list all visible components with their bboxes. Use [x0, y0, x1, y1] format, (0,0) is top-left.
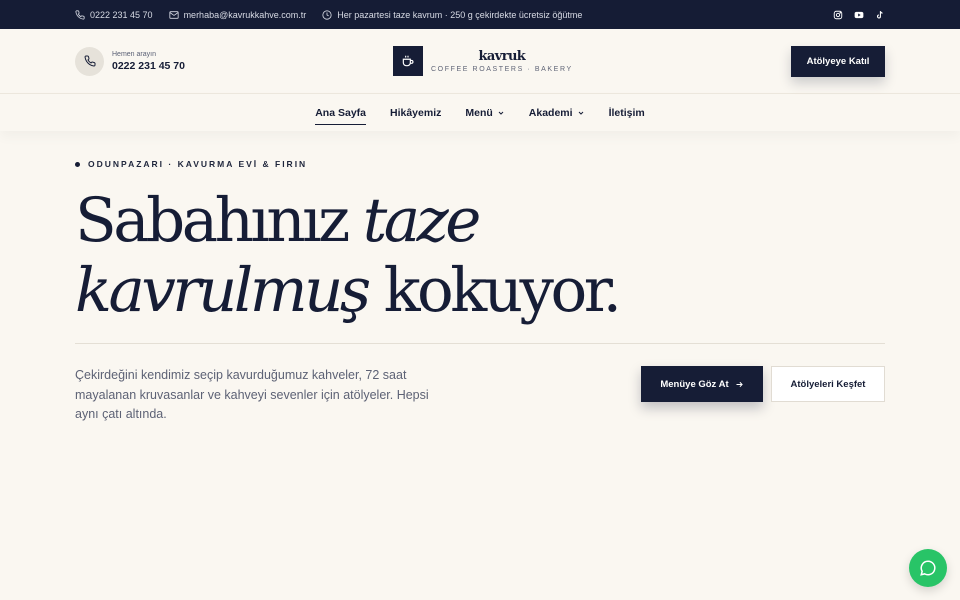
- nav-item-label: Menü: [465, 107, 493, 119]
- topbar-phone[interactable]: 0222 231 45 70: [75, 10, 153, 20]
- explore-workshops-button[interactable]: Atölyeleri Keşfet: [771, 366, 885, 402]
- youtube-icon[interactable]: [854, 10, 864, 20]
- phone-icon: [84, 55, 96, 67]
- site-header: Hemen arayın 0222 231 45 70 kavruk COFFE…: [0, 29, 960, 94]
- clock-icon: [322, 9, 332, 20]
- nav-item-contact[interactable]: İletişim: [609, 101, 645, 124]
- mail-icon: [168, 10, 179, 19]
- tiktok-icon[interactable]: [875, 10, 885, 20]
- whatsapp-chat-button[interactable]: [909, 549, 947, 587]
- hero-ctas: Menüye Göz At Atölyeleri Keşfet: [641, 366, 885, 425]
- brand-name: kavruk: [478, 48, 526, 64]
- hero-divider: [75, 343, 885, 344]
- headline-plain: Sabahınız: [75, 185, 363, 256]
- main-nav: Ana Sayfa Hikâyemiz Menü Akademi İletişi…: [0, 94, 960, 131]
- nav-item-label: İletişim: [608, 107, 645, 119]
- nav-item-label: Hikâyemiz: [390, 107, 442, 119]
- top-bar: 0222 231 45 70 merhaba@kavrukkahve.com.t…: [0, 0, 960, 29]
- call-icon-circle: [75, 46, 104, 76]
- nav-item-label: Akademi: [528, 107, 573, 119]
- chat-bubble-icon: [920, 560, 936, 576]
- brand-logo[interactable]: kavruk COFFEE ROASTERS · BAKERY: [393, 46, 573, 76]
- headline-line-2: kavrulmuş kokuyor.: [75, 255, 622, 326]
- instagram-icon[interactable]: [833, 10, 843, 20]
- hero-eyebrow: ODUNPAZARI · KAVURMA EVİ & FIRIN: [75, 159, 885, 169]
- eyebrow-dot: [75, 161, 80, 167]
- hero-section: ODUNPAZARI · KAVURMA EVİ & FIRIN Sabahın…: [0, 159, 960, 425]
- headline-line-1: Sabahınız taze: [75, 185, 482, 256]
- call-block[interactable]: Hemen arayın 0222 231 45 70: [75, 46, 185, 76]
- headline-italic: kavrulmuş: [75, 255, 371, 326]
- social-links: [833, 10, 885, 20]
- view-menu-button[interactable]: Menüye Göz At: [641, 366, 763, 402]
- hero-bottom-row: Çekirdeğini kendimiz seçip kavurduğumuz …: [75, 366, 885, 425]
- call-number: 0222 231 45 70: [112, 59, 185, 72]
- call-text: Hemen arayın 0222 231 45 70: [112, 51, 185, 72]
- topbar-phone-text: 0222 231 45 70: [90, 9, 153, 20]
- brand-tagline: COFFEE ROASTERS · BAKERY: [431, 65, 573, 73]
- brand-mark: [393, 46, 423, 76]
- nav-item-home[interactable]: Ana Sayfa: [315, 101, 366, 125]
- call-label: Hemen arayın: [112, 50, 156, 58]
- phone-icon: [75, 9, 85, 20]
- chevron-down-icon: [498, 111, 504, 115]
- topbar-email[interactable]: merhaba@kavrukkahve.com.tr: [168, 9, 307, 20]
- chevron-down-icon: [578, 111, 583, 115]
- hero-description: Çekirdeğini kendimiz seçip kavurduğumuz …: [75, 368, 429, 421]
- brand-text: kavruk COFFEE ROASTERS · BAKERY: [431, 48, 573, 73]
- hero-headline: Sabahınız taze kavrulmuş kokuyor.: [75, 186, 885, 326]
- topbar-notice-text: Her pazartesi taze kavrum · 250 g çekird…: [337, 9, 583, 20]
- headline-italic: taze: [362, 185, 482, 256]
- join-workshop-button[interactable]: Atölyeye Katıl: [791, 45, 885, 77]
- nav-item-story[interactable]: Hikâyemiz: [390, 101, 441, 124]
- eyebrow-text: ODUNPAZARI · KAVURMA EVİ & FIRIN: [88, 159, 308, 169]
- topbar-notice: Her pazartesi taze kavrum · 250 g çekird…: [322, 10, 582, 20]
- nav-item-menu[interactable]: Menü: [465, 101, 504, 124]
- nav-item-label: Ana Sayfa: [315, 106, 366, 119]
- coffee-cup-icon: [402, 55, 414, 67]
- arrow-right-icon: [736, 381, 743, 387]
- topbar-email-text: merhaba@kavrukkahve.com.tr: [183, 9, 307, 20]
- nav-item-academy[interactable]: Akademi: [529, 101, 585, 124]
- view-menu-label: Menüye Göz At: [660, 378, 729, 390]
- headline-plain: kokuyor.: [367, 255, 622, 326]
